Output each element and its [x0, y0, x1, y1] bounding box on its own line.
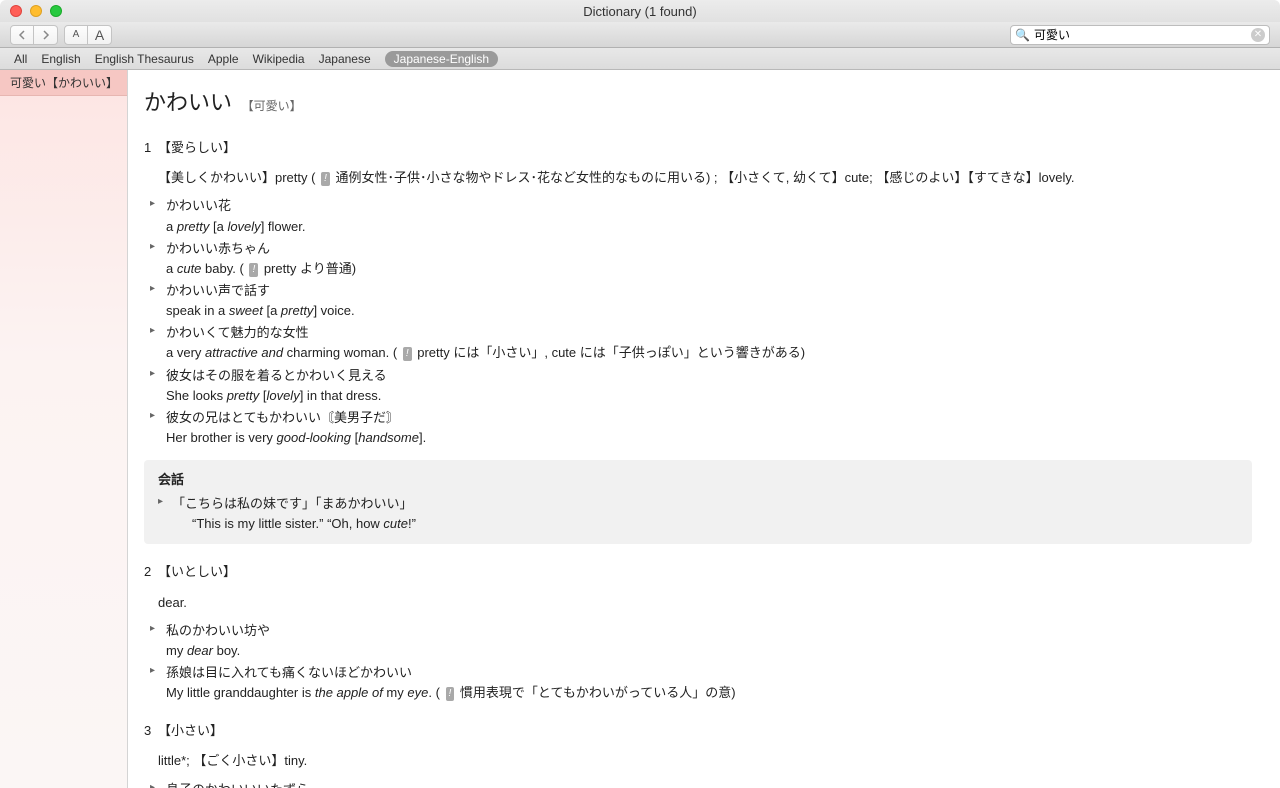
example: かわいい声で話すspeak in a sweet [a pretty] voic… — [150, 281, 1252, 321]
scope-japanese[interactable]: Japanese — [319, 52, 371, 66]
search-input[interactable] — [1034, 28, 1247, 42]
sidebar: 可愛い【かわいい】 — [0, 70, 128, 788]
example: 私のかわいい坊やmy dear boy. — [150, 621, 1252, 661]
sense-guide: dear. — [158, 593, 1252, 613]
sense-guide: 【美しくかわいい】pretty ( ! 通例女性･子供･小さな物やドレス･花など… — [158, 168, 1252, 188]
scope-wikipedia[interactable]: Wikipedia — [253, 52, 305, 66]
example: 彼女はその服を着るとかわいく見えるShe looks pretty [lovel… — [150, 366, 1252, 406]
forward-button[interactable] — [34, 25, 58, 45]
example-list: 息子のかわいいいたずらmy son's little tricks. かわいい時… — [150, 780, 1252, 788]
example: かわいい花a pretty [a lovely] flower. — [150, 196, 1252, 236]
sense-label: 1【愛らしい】 — [144, 138, 1252, 158]
conversation-header: 会話 — [158, 470, 1238, 490]
nav-buttons — [10, 25, 58, 45]
example: かわいい赤ちゃんa cute baby. ( ! pretty より普通) — [150, 239, 1252, 279]
sense-label: 3【小さい】 — [144, 721, 1252, 741]
font-size-buttons: A A — [64, 25, 112, 45]
scope-all[interactable]: All — [14, 52, 27, 66]
scope-english-thesaurus[interactable]: English Thesaurus — [95, 52, 194, 66]
sense-2: 2【いとしい】 dear. 私のかわいい坊やmy dear boy. 孫娘は目に… — [144, 562, 1252, 703]
headword-sub: 【可愛い】 — [242, 99, 302, 113]
font-smaller-button[interactable]: A — [64, 25, 88, 45]
example: 彼女の兄はとてもかわいい〘美男子だ〙Her brother is very go… — [150, 408, 1252, 448]
conversation-line: 「こちらは私の妹です」「まあかわいい」 “This is my little s… — [158, 494, 1238, 534]
content-body: 可愛い【かわいい】 かわいい 【可愛い】 1【愛らしい】 【美しくかわいい】pr… — [0, 70, 1280, 788]
entry-pane[interactable]: かわいい 【可愛い】 1【愛らしい】 【美しくかわいい】pretty ( ! 通… — [128, 70, 1280, 788]
example: かわいくて魅力的な女性a very attractive and charmin… — [150, 323, 1252, 363]
window-title: Dictionary (1 found) — [0, 4, 1280, 19]
scope-english[interactable]: English — [41, 52, 80, 66]
sense-3: 3【小さい】 little*; 【ごく小さい】tiny. 息子のかわいいいたずら… — [144, 721, 1252, 788]
sense-label: 2【いとしい】 — [144, 562, 1252, 582]
clear-search-icon[interactable]: ✕ — [1251, 28, 1265, 42]
scope-bar: All English English Thesaurus Apple Wiki… — [0, 48, 1280, 70]
toolbar: A A 🔍 ✕ — [0, 22, 1280, 48]
headword-row: かわいい 【可愛い】 — [144, 86, 1252, 120]
font-larger-button[interactable]: A — [88, 25, 112, 45]
scope-japanese-english[interactable]: Japanese-English — [385, 51, 498, 67]
sense-1: 1【愛らしい】 【美しくかわいい】pretty ( ! 通例女性･子供･小さな物… — [144, 138, 1252, 544]
titlebar: Dictionary (1 found) — [0, 0, 1280, 22]
search-icon: 🔍 — [1015, 28, 1030, 42]
example: 息子のかわいいいたずらmy son's little tricks. — [150, 780, 1252, 788]
example: 孫娘は目に入れても痛くないほどかわいいMy little granddaught… — [150, 663, 1252, 703]
scope-apple[interactable]: Apple — [208, 52, 239, 66]
sense-guide: little*; 【ごく小さい】tiny. — [158, 751, 1252, 771]
headword: かわいい — [144, 90, 232, 115]
example-list: かわいい花a pretty [a lovely] flower. かわいい赤ちゃ… — [150, 196, 1252, 448]
conversation-box: 会話 「こちらは私の妹です」「まあかわいい」 “This is my littl… — [144, 460, 1252, 544]
back-button[interactable] — [10, 25, 34, 45]
search-field[interactable]: 🔍 ✕ — [1010, 25, 1270, 45]
sidebar-item[interactable]: 可愛い【かわいい】 — [0, 70, 127, 96]
example-list: 私のかわいい坊やmy dear boy. 孫娘は目に入れても痛くないほどかわいい… — [150, 621, 1252, 704]
